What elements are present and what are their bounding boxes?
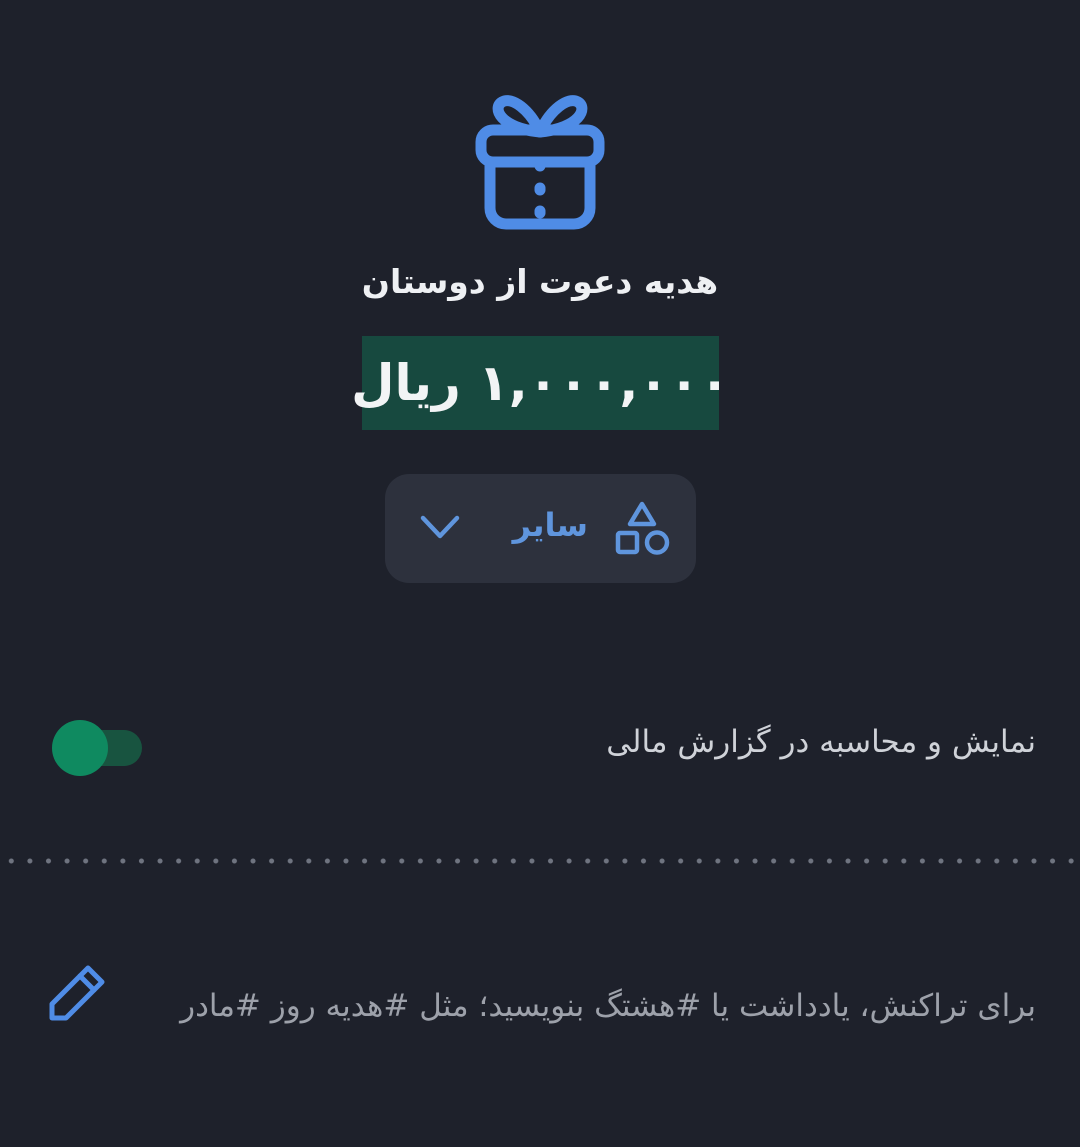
chevron-down-icon <box>420 515 460 539</box>
note-input[interactable]: برای تراکنش، یادداشت یا #هشتگ بنویسید؛ م… <box>176 960 1036 1052</box>
dotted-divider <box>0 858 1080 864</box>
pencil-icon[interactable] <box>46 962 108 1024</box>
page-title: هدیه دعوت از دوستان <box>361 262 719 301</box>
report-toggle-label: نمایش و محاسبه در گزارش مالی <box>606 724 1036 760</box>
category-selector[interactable]: سایر <box>385 474 696 583</box>
shapes-icon <box>615 501 670 555</box>
gift-icon <box>475 95 605 230</box>
toggle-thumb <box>52 720 108 776</box>
report-toggle[interactable] <box>52 720 144 778</box>
category-label: سایر <box>512 506 588 544</box>
amount-value: ۱,۰۰۰,۰۰۰ ریال <box>351 354 730 412</box>
amount-display: ۱,۰۰۰,۰۰۰ ریال <box>351 336 730 430</box>
